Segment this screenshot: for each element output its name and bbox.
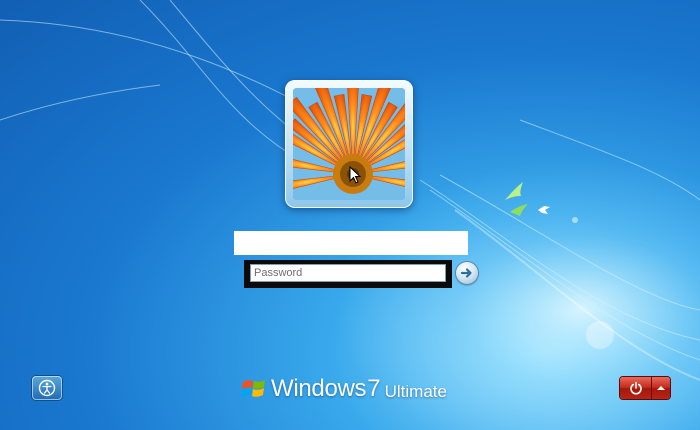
windows-logo-icon	[241, 380, 265, 397]
ease-of-access-button[interactable]	[32, 376, 62, 400]
ease-of-access-icon	[38, 379, 56, 397]
windows-edition: Ultimate	[384, 381, 447, 401]
windows-version: 7	[367, 375, 381, 402]
desktop-background	[0, 0, 700, 430]
windows-branding: Windows 7 Ultimate	[241, 374, 447, 404]
arrow-right-icon	[460, 268, 472, 278]
password-field-frame	[244, 260, 452, 288]
username-label	[234, 231, 468, 255]
chevron-up-icon	[657, 386, 666, 390]
submit-button[interactable]	[456, 262, 478, 284]
user-picture	[293, 88, 405, 200]
shutdown-options-button[interactable]	[651, 377, 670, 399]
power-icon	[630, 381, 642, 395]
shutdown-group	[620, 377, 670, 399]
windows-wordmark: Windows	[271, 375, 367, 402]
user-tile[interactable]	[285, 80, 413, 208]
shutdown-button[interactable]	[620, 377, 652, 399]
password-input[interactable]	[250, 264, 446, 282]
